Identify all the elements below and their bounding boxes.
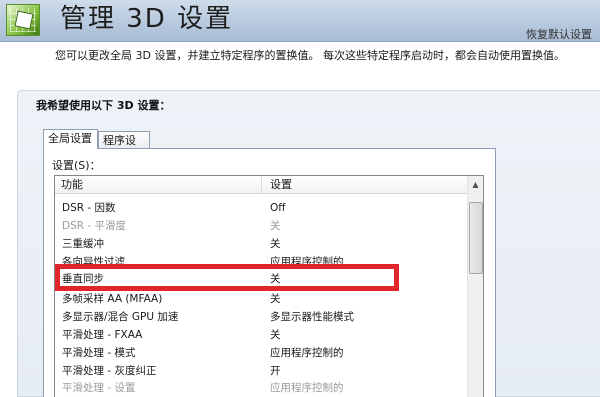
feature-cell: 多显示器/混合 GPU 加速 <box>62 311 179 323</box>
header-bar: 管理 3D 设置 恢复默认设置 <box>0 0 600 42</box>
setting-cell: 关 <box>270 220 281 232</box>
setting-cell: 关 <box>270 329 281 341</box>
feature-cell: 平滑处理 - FXAA <box>62 329 143 341</box>
vsync-highlight-box <box>55 264 399 291</box>
feature-cell: 三重缓冲 <box>62 238 104 250</box>
table-scrollbar[interactable]: ▲ <box>467 176 483 397</box>
feature-cell: 平滑处理 - 模式 <box>62 347 136 359</box>
column-header-setting[interactable]: 设置 <box>262 176 467 194</box>
table-row[interactable]: 平滑处理 - 灰度纠正 开 <box>55 362 467 380</box>
feature-cell: 平滑处理 - 设置 <box>62 382 136 394</box>
tab-program-settings[interactable]: 程序设置 <box>98 131 150 165</box>
page-description: 您可以更改全局 3D 设置，并建立特定程序的置换值。 每次这些特定程序启动时，都… <box>55 49 565 62</box>
table-row[interactable]: 三重缓冲 关 <box>55 235 467 253</box>
setting-cell: 关 <box>270 293 281 305</box>
table-row[interactable]: 平滑处理 - 设置 应用程序控制的 <box>55 379 467 397</box>
scroll-up-arrow-icon[interactable]: ▲ <box>468 176 483 193</box>
page-title: 管理 3D 设置 <box>60 4 234 34</box>
nvidia-3d-settings-icon <box>6 4 40 36</box>
column-header-feature[interactable]: 功能 <box>55 176 262 194</box>
table-row[interactable]: 多显示器/混合 GPU 加速 多显示器性能模式 <box>55 308 467 326</box>
feature-cell: 多帧采样 AA (MFAA) <box>62 293 163 305</box>
setting-cell: 应用程序控制的 <box>270 382 344 394</box>
setting-cell: 应用程序控制的 <box>270 347 344 359</box>
feature-cell: DSR - 平滑度 <box>62 220 127 232</box>
setting-cell: 开 <box>270 365 281 377</box>
feature-cell: DSR - 因数 <box>62 202 116 214</box>
table-row[interactable]: 多帧采样 AA (MFAA) 关 <box>55 290 467 308</box>
restore-defaults-link[interactable]: 恢复默认设置 <box>526 26 592 42</box>
scroll-thumb[interactable] <box>469 202 483 274</box>
setting-cell: 关 <box>270 238 281 250</box>
section-title: 我希望使用以下 3D 设置： <box>36 99 171 112</box>
table-row[interactable]: 平滑处理 - 模式 应用程序控制的 <box>55 344 467 362</box>
setting-cell: Off <box>270 202 286 214</box>
tab-global-settings[interactable]: 全局设置 <box>43 129 98 149</box>
table-row[interactable]: DSR - 平滑度 关 <box>55 217 467 235</box>
table-row[interactable]: 平滑处理 - FXAA 关 <box>55 326 467 344</box>
table-row[interactable]: DSR - 因数 Off <box>55 199 467 217</box>
settings-list-label: 设置(S)： <box>52 159 101 172</box>
setting-cell: 多显示器性能模式 <box>270 311 354 323</box>
feature-cell: 平滑处理 - 灰度纠正 <box>62 365 157 377</box>
